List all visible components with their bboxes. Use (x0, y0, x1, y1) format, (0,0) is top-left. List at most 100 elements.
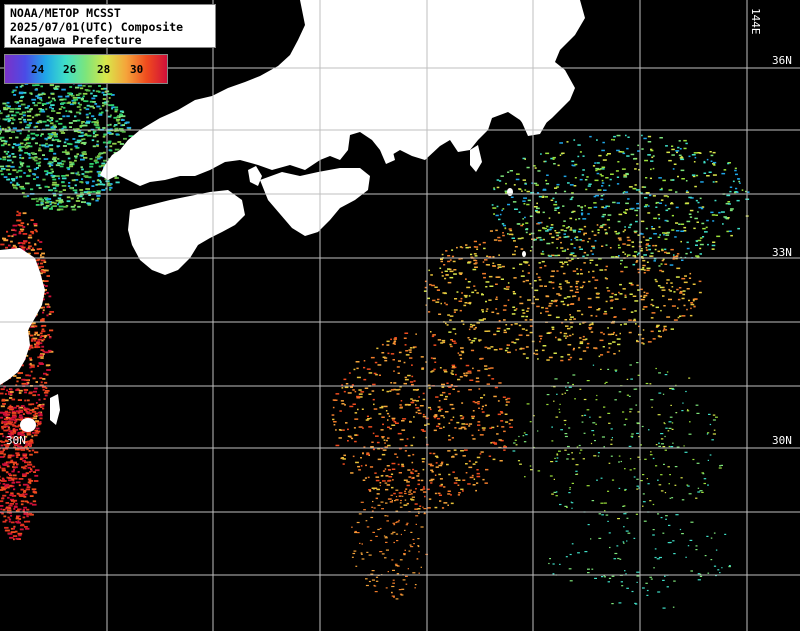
sst-pixel (555, 316, 560, 319)
sst-pixel (72, 96, 78, 99)
sst-pixel (4, 118, 8, 121)
sst-pixel (631, 245, 635, 248)
sst-pixel (60, 102, 64, 105)
sst-pixel (14, 229, 17, 232)
sst-pixel (79, 181, 83, 183)
sst-pixel (341, 387, 344, 389)
sst-pixel (357, 532, 360, 534)
sst-pixel (581, 213, 584, 216)
sst-pixel (587, 207, 592, 209)
sst-pixel (681, 259, 684, 261)
sst-pixel (395, 422, 399, 424)
sst-pixel (616, 149, 620, 152)
sst-pixel (40, 200, 45, 203)
sst-pixel (663, 463, 665, 465)
sst-pixel (473, 240, 477, 243)
sst-pixel (11, 122, 14, 125)
sst-pixel (107, 182, 110, 185)
sst-pixel (62, 145, 67, 147)
sst-pixel (8, 518, 12, 521)
sst-pixel (482, 241, 486, 244)
sst-pixel (461, 351, 465, 354)
sst-pixel (430, 482, 433, 484)
sst-pixel (63, 106, 66, 109)
sst-pixel (381, 453, 386, 456)
sst-pixel (17, 169, 23, 172)
sst-pixel (344, 386, 349, 389)
sst-pixel (612, 201, 616, 204)
sst-pixel (376, 488, 380, 491)
sst-pixel (34, 420, 39, 422)
sst-pixel (450, 419, 453, 421)
sst-pixel (582, 169, 585, 171)
sst-pixel (113, 116, 117, 119)
sst-pixel (492, 458, 496, 461)
sst-pixel (48, 120, 52, 123)
sst-pixel (18, 478, 24, 480)
sst-pixel (636, 207, 640, 209)
sst-pixel (372, 398, 375, 401)
sst-pixel (596, 139, 598, 141)
sst-pixel (582, 350, 587, 352)
sst-pixel (83, 201, 86, 204)
sst-pixel (484, 482, 488, 484)
sst-pixel (556, 247, 558, 249)
sst-pixel (614, 230, 617, 233)
sst-pixel (14, 466, 18, 469)
sst-pixel (634, 184, 637, 186)
sst-pixel (383, 405, 388, 408)
sst-pixel (434, 414, 438, 416)
sst-pixel (351, 384, 354, 386)
sst-pixel (476, 482, 479, 484)
sst-pixel (699, 253, 702, 255)
sst-pixel (422, 413, 425, 416)
sst-pixel (454, 298, 458, 300)
sst-pixel (556, 457, 559, 459)
sst-pixel (629, 469, 632, 471)
sst-pixel (688, 196, 692, 199)
sst-pixel (524, 158, 526, 160)
sst-pixel (414, 508, 418, 510)
sst-pixel (568, 492, 571, 494)
sst-pixel (459, 357, 463, 360)
sst-pixel (374, 361, 378, 364)
sst-pixel (658, 177, 662, 179)
sst-pixel (470, 323, 472, 326)
sst-pixel (15, 177, 18, 179)
sst-pixel (712, 174, 717, 176)
sst-pixel (407, 568, 409, 570)
sst-pixel (375, 580, 379, 582)
sst-pixel (422, 488, 426, 490)
sst-pixel (370, 356, 375, 359)
sst-pixel (654, 248, 657, 251)
sst-pixel (48, 101, 52, 104)
sst-pixel (26, 115, 32, 117)
sst-pixel (415, 407, 420, 409)
sst-pixel (603, 406, 606, 408)
sst-pixel (697, 239, 702, 242)
sst-pixel (13, 186, 18, 189)
sst-pixel (443, 398, 448, 400)
sst-pixel (668, 298, 672, 301)
sst-pixel (15, 136, 19, 139)
sst-pixel (358, 389, 362, 391)
sst-pixel (629, 411, 632, 413)
sst-pixel (602, 333, 605, 335)
sst-pixel (468, 423, 473, 425)
sst-pixel (20, 187, 26, 190)
sst-pixel (654, 278, 657, 281)
sst-pixel (558, 294, 562, 297)
sst-pixel (476, 292, 479, 294)
sst-pixel (49, 148, 54, 150)
sst-pixel (637, 268, 640, 271)
sst-pixel (660, 263, 663, 265)
sst-pixel (35, 402, 38, 404)
sst-pixel (39, 412, 43, 415)
sst-pixel (6, 509, 12, 512)
sst-pixel (566, 335, 569, 338)
sst-pixel (517, 460, 520, 462)
sst-pixel (687, 545, 690, 547)
sst-pixel (385, 541, 388, 543)
sst-pixel (401, 588, 405, 590)
sst-pixel (583, 225, 587, 228)
